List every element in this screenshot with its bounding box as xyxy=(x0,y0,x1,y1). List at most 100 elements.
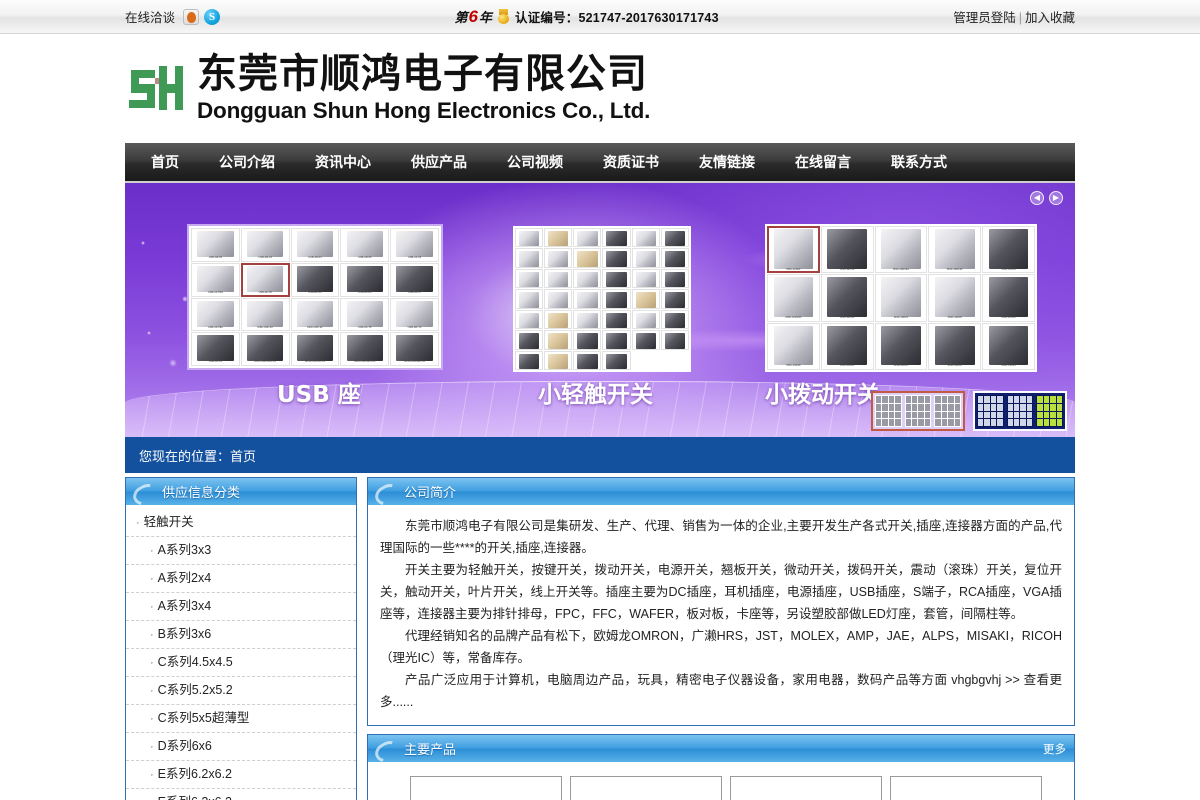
product-caption: MSK-12D19 xyxy=(1001,267,1016,271)
product-thumbnail xyxy=(346,335,384,362)
thumbnail-dot xyxy=(888,396,895,403)
thumbnail-dot xyxy=(1026,419,1033,426)
online-chat-label: 在线洽谈 xyxy=(125,11,176,25)
product-thumbnail xyxy=(197,265,234,292)
collage-cell: USB-AB-02 xyxy=(191,228,240,262)
nav-item-8[interactable]: 联系方式 xyxy=(871,143,967,181)
product-thumbnail xyxy=(518,231,540,247)
banner-arrow-group: ◀ ▶ xyxy=(1030,191,1063,205)
sidebar-item-10[interactable]: ·E系列6.2x6.2 xyxy=(126,789,356,800)
product-cell-2[interactable] xyxy=(730,776,882,800)
sidebar-item-9[interactable]: · E系列6.2x6.2 xyxy=(126,761,356,789)
banner-next-arrow-icon[interactable]: ▶ xyxy=(1049,191,1063,205)
product-thumbnail xyxy=(635,251,656,267)
thumbnail-dot xyxy=(876,396,882,403)
collage-cell xyxy=(515,309,544,330)
nav-wrapper: 首页 公司介绍 资讯中心 供应产品 公司视频 资质证书 友情链接 在线留言 联系方式 xyxy=(0,143,1200,183)
hero-banner[interactable]: USB-AB-02 USB-AB-03 USB-AB-04 USB-AB-05 USB-… xyxy=(125,183,1075,437)
nav-item-2[interactable]: 资讯中心 xyxy=(295,143,391,181)
product-thumbnail xyxy=(577,271,598,288)
bullet-icon: · xyxy=(150,629,154,641)
company-name-en: Dongguan Shun Hong Electronics Co., Ltd. xyxy=(197,98,651,123)
product-thumbnail xyxy=(577,251,598,267)
bullet-icon: · xyxy=(136,517,140,529)
collage-cell: MSK-12D02 xyxy=(767,226,820,274)
tactile-switch-collage[interactable] xyxy=(513,226,691,372)
skype-icon[interactable]: S xyxy=(204,8,221,25)
nav-item-5[interactable]: 资质证书 xyxy=(583,143,679,181)
thumbnail-dot xyxy=(888,403,895,411)
collage-cell: MSK-22D18 xyxy=(982,274,1035,322)
sidebar-item-0[interactable]: · 轻触开关 xyxy=(126,509,356,537)
thumbnail-dot xyxy=(941,403,948,411)
nav-item-6[interactable]: 友情链接 xyxy=(679,143,775,181)
product-thumbnail xyxy=(635,231,656,247)
sidebar-item-8[interactable]: · D系列6x6 xyxy=(126,733,356,761)
company-intro-panel: 公司简介 东莞市顺鸿电子有限公司是集研发、生产、代理、销售为一体的企业,主要开发… xyxy=(367,477,1075,726)
qq-icon[interactable] xyxy=(183,8,200,25)
usb-product-collage[interactable]: USB-AB-02 USB-AB-03 USB-AB-04 USB-AB-05 USB-… xyxy=(187,224,443,370)
sidebar-item-2[interactable]: · A系列2x4 xyxy=(126,565,356,593)
product-thumbnail xyxy=(635,271,656,288)
product-caption: MSK-12D19A xyxy=(893,267,909,271)
collage-cell xyxy=(602,289,631,309)
collage-cell: USB-AF-05 xyxy=(240,262,290,297)
sidebar-item-7[interactable]: · C系列5x5超薄型 xyxy=(126,705,356,733)
thumbnail-dot xyxy=(918,419,924,426)
product-thumbnail xyxy=(664,271,686,288)
collage-cell xyxy=(660,309,689,330)
collage-cell: USB-AF-07 xyxy=(390,262,439,297)
banner-wrapper: USB-AB-02 USB-AB-03 USB-AB-04 USB-AB-05 USB-… xyxy=(0,183,1200,437)
product-caption: MSK-12D02 xyxy=(786,267,801,271)
product-thumbnail xyxy=(346,231,384,258)
main-products-more-link[interactable]: 更多 xyxy=(1043,741,1066,757)
banner-prev-arrow-icon[interactable]: ◀ xyxy=(1030,191,1044,205)
product-thumbnail xyxy=(548,231,569,247)
sidebar-item-5[interactable]: · C系列4.5x4.5 xyxy=(126,649,356,677)
collage-cell: MSK-12D19 xyxy=(820,226,874,274)
product-cell-3[interactable] xyxy=(890,776,1042,800)
bullet-icon: · xyxy=(150,685,154,697)
sidebar-item-6[interactable]: · C系列5.2x5.2 xyxy=(126,677,356,705)
sidebar-item-3[interactable]: · A系列3x4 xyxy=(126,593,356,621)
nav-item-0[interactable]: 首页 xyxy=(125,143,199,181)
product-thumbnail xyxy=(606,271,627,288)
nav-item-7[interactable]: 在线留言 xyxy=(775,143,871,181)
thumbnail-dot xyxy=(1020,419,1026,426)
nav-item-4[interactable]: 公司视频 xyxy=(487,143,583,181)
product-thumbnail xyxy=(827,229,867,269)
nav-item-1[interactable]: 公司介绍 xyxy=(199,143,295,181)
product-cell-0[interactable] xyxy=(410,776,562,800)
sidebar-column: 供应信息分类 · 轻触开关 · A系列3x3 · A系列2x4 · A系列3x4 · B系列3x6… xyxy=(125,477,357,800)
nav-item-3[interactable]: 供应产品 xyxy=(391,143,487,181)
slide-switch-collage[interactable]: MSK-12D02 MSK-12D19 MSK-12D19A MSK-12D14F MS… xyxy=(765,224,1037,372)
sh-monogram-logo-icon xyxy=(125,60,187,118)
collage-cell xyxy=(602,309,631,330)
product-caption: MSK-23D00 xyxy=(840,364,855,368)
collage-cell xyxy=(602,248,631,268)
sidebar-item-label: D系列6x6 xyxy=(157,739,212,753)
sidebar-item-4[interactable]: · B系列3x6 xyxy=(126,621,356,649)
product-caption: USB-AF-09A xyxy=(207,325,223,329)
collage-cell: USB-AF-09 xyxy=(390,228,439,262)
thumbnail-dot xyxy=(1020,396,1026,403)
main-navigation: 首页 公司介绍 资讯中心 供应产品 公司视频 资质证书 友情链接 在线留言 联系方式 xyxy=(125,143,1075,183)
add-favorite-link[interactable]: 加入收藏 xyxy=(1025,11,1075,25)
product-thumbnail xyxy=(518,271,540,288)
admin-login-link[interactable]: 管理员登陆 xyxy=(953,11,1016,25)
collage-cell xyxy=(660,268,689,289)
banner-thumbnail-1[interactable] xyxy=(871,391,965,431)
thumbnail-dot xyxy=(1007,411,1014,419)
thumbnail-dot xyxy=(935,411,941,419)
thumbnail-dot xyxy=(912,419,918,426)
thumbnail-dot xyxy=(912,396,918,403)
collage-cell: MSK-13D01 xyxy=(874,274,928,322)
collage-cell: USB-AF-04 xyxy=(290,262,340,297)
product-cell-1[interactable] xyxy=(570,776,722,800)
thumbnail-tile xyxy=(977,395,1004,427)
sidebar-item-1[interactable]: · A系列3x3 xyxy=(126,537,356,565)
sidebar-item-label: E系列6.2x6.2 xyxy=(157,767,233,781)
banner-thumbnail-2[interactable] xyxy=(973,391,1067,431)
collage-cell xyxy=(573,309,602,330)
collage-cell: MSK-12D19A xyxy=(874,226,928,274)
